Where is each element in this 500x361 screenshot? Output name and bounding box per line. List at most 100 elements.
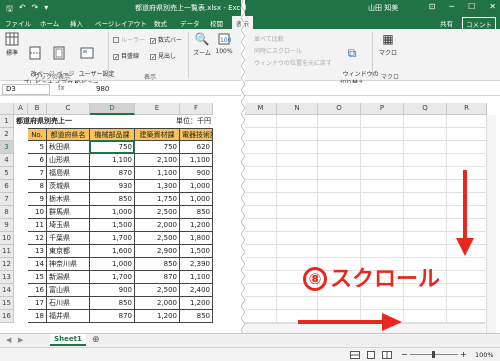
column-header-d[interactable]: D	[90, 103, 135, 115]
sheet-nav-next-icon[interactable]: ▶	[18, 336, 23, 344]
row-header-11[interactable]: 11	[0, 245, 14, 258]
table-cell[interactable]: 1,750	[135, 193, 180, 206]
table-cell[interactable]: 茨城県	[47, 180, 90, 193]
table-cell[interactable]: 1,100	[180, 154, 213, 167]
table-cell[interactable]: 1,700	[90, 271, 135, 284]
table-cell[interactable]: 福島県	[47, 167, 90, 180]
sync-scroll-button[interactable]: 同時にスクロール	[254, 46, 302, 55]
grid-cell[interactable]	[361, 232, 404, 245]
grid-cell[interactable]	[277, 167, 318, 180]
table-cell[interactable]: 群馬県	[47, 206, 90, 219]
grid-cell[interactable]	[361, 180, 404, 193]
headings-checkbox[interactable]: 見出し	[150, 51, 176, 60]
grid-cell[interactable]	[447, 284, 487, 297]
row-header-4[interactable]: 4	[0, 154, 14, 167]
save-icon[interactable]: 🖫	[6, 3, 13, 17]
table-cell[interactable]: 2,390	[180, 258, 213, 271]
column-header-m[interactable]: M	[245, 103, 277, 115]
grid-cell[interactable]	[245, 271, 277, 284]
tab-page-layout[interactable]: ページレイアウト	[95, 18, 147, 28]
grid-cell[interactable]	[318, 193, 361, 206]
grid-cell[interactable]	[404, 167, 447, 180]
table-cell[interactable]: 山形県	[47, 154, 90, 167]
grid-cell[interactable]	[318, 180, 361, 193]
table-cell[interactable]: 2,500	[135, 232, 180, 245]
grid-cell[interactable]	[277, 297, 318, 310]
grid-cell[interactable]	[277, 193, 318, 206]
tab-formulas[interactable]: 数式	[154, 18, 167, 28]
redo-icon[interactable]: ↷	[32, 3, 39, 17]
grid-cell[interactable]	[361, 128, 404, 141]
table-cell[interactable]: 900	[90, 284, 135, 297]
grid-cell[interactable]	[404, 193, 447, 206]
table-cell[interactable]: 1,300	[135, 180, 180, 193]
column-header-q[interactable]: Q	[404, 103, 447, 115]
column-header-e[interactable]: E	[135, 103, 180, 115]
grid-cell[interactable]	[318, 297, 361, 310]
table-cell[interactable]: 850	[180, 206, 213, 219]
table-header-cell[interactable]: 都道府県名	[47, 128, 90, 141]
table-cell[interactable]: 1,200	[135, 310, 180, 323]
table-cell[interactable]: 埼玉県	[47, 219, 90, 232]
name-box[interactable]: D3	[2, 84, 50, 95]
table-cell[interactable]: 2,500	[135, 206, 180, 219]
table-cell[interactable]: 富山県	[47, 284, 90, 297]
grid-cell[interactable]	[361, 206, 404, 219]
qat-more-icon[interactable]: ▾	[44, 3, 48, 17]
table-cell[interactable]: 2,900	[135, 245, 180, 258]
grid-cell[interactable]	[277, 154, 318, 167]
table-cell[interactable]: 神奈川県	[47, 258, 90, 271]
table-cell[interactable]: 5	[28, 141, 47, 154]
table-header-cell[interactable]: 建築資材課	[135, 128, 180, 141]
zoom-out-icon[interactable]: −	[401, 350, 408, 359]
table-cell[interactable]: 6	[28, 154, 47, 167]
table-cell[interactable]: 850	[90, 193, 135, 206]
grid-cell[interactable]	[318, 167, 361, 180]
table-cell[interactable]: 1,800	[180, 232, 213, 245]
column-header-n[interactable]: N	[277, 103, 318, 115]
grid-cell[interactable]	[245, 167, 277, 180]
grid-cell[interactable]	[245, 258, 277, 271]
minimize-icon[interactable]: ─	[449, 2, 454, 11]
table-cell[interactable]: 栃木県	[47, 193, 90, 206]
zoom-in-icon[interactable]: +	[460, 350, 467, 359]
grid-cell[interactable]	[318, 245, 361, 258]
formula-bar-checkbox[interactable]: 数式バー	[150, 35, 182, 44]
maximize-icon[interactable]: ☐	[468, 2, 475, 11]
table-cell[interactable]: 16	[28, 284, 47, 297]
grid-cell[interactable]	[318, 206, 361, 219]
table-cell[interactable]: 870	[90, 310, 135, 323]
table-cell[interactable]: 750	[90, 141, 135, 154]
grid-cell[interactable]	[277, 232, 318, 245]
grid-cell[interactable]	[318, 219, 361, 232]
row-header-8[interactable]: 8	[0, 206, 14, 219]
table-cell[interactable]: 750	[135, 141, 180, 154]
row-header-5[interactable]: 5	[0, 167, 14, 180]
tab-file[interactable]: ファイル	[5, 18, 31, 28]
grid-cell[interactable]	[404, 232, 447, 245]
grid-cell[interactable]	[245, 206, 277, 219]
table-cell[interactable]: 1,700	[90, 232, 135, 245]
grid-cell[interactable]	[277, 245, 318, 258]
table-cell[interactable]: 7	[28, 167, 47, 180]
grid-cell[interactable]	[361, 245, 404, 258]
grid-cell[interactable]	[404, 245, 447, 258]
grid-cell[interactable]	[318, 128, 361, 141]
formula-input[interactable]: 980	[96, 85, 109, 93]
gridlines-checkbox[interactable]: 目盛線	[113, 51, 139, 60]
grid-cell[interactable]	[447, 310, 487, 323]
row-header-10[interactable]: 10	[0, 232, 14, 245]
table-cell[interactable]: 620	[180, 141, 213, 154]
table-cell[interactable]: 福井県	[47, 310, 90, 323]
grid-cell[interactable]	[245, 154, 277, 167]
grid-cell[interactable]	[245, 180, 277, 193]
column-header-o[interactable]: O	[318, 103, 361, 115]
grid-cell[interactable]	[318, 141, 361, 154]
row-header-16[interactable]: 16	[0, 310, 14, 323]
grid-cell[interactable]	[245, 232, 277, 245]
tab-home[interactable]: ホーム	[40, 18, 59, 28]
reset-window-position-button[interactable]: ウィンドウの位置を元に戻す	[254, 58, 332, 67]
row-header-13[interactable]: 13	[0, 271, 14, 284]
table-cell[interactable]: 18	[28, 310, 47, 323]
table-cell[interactable]: 2,000	[135, 297, 180, 310]
